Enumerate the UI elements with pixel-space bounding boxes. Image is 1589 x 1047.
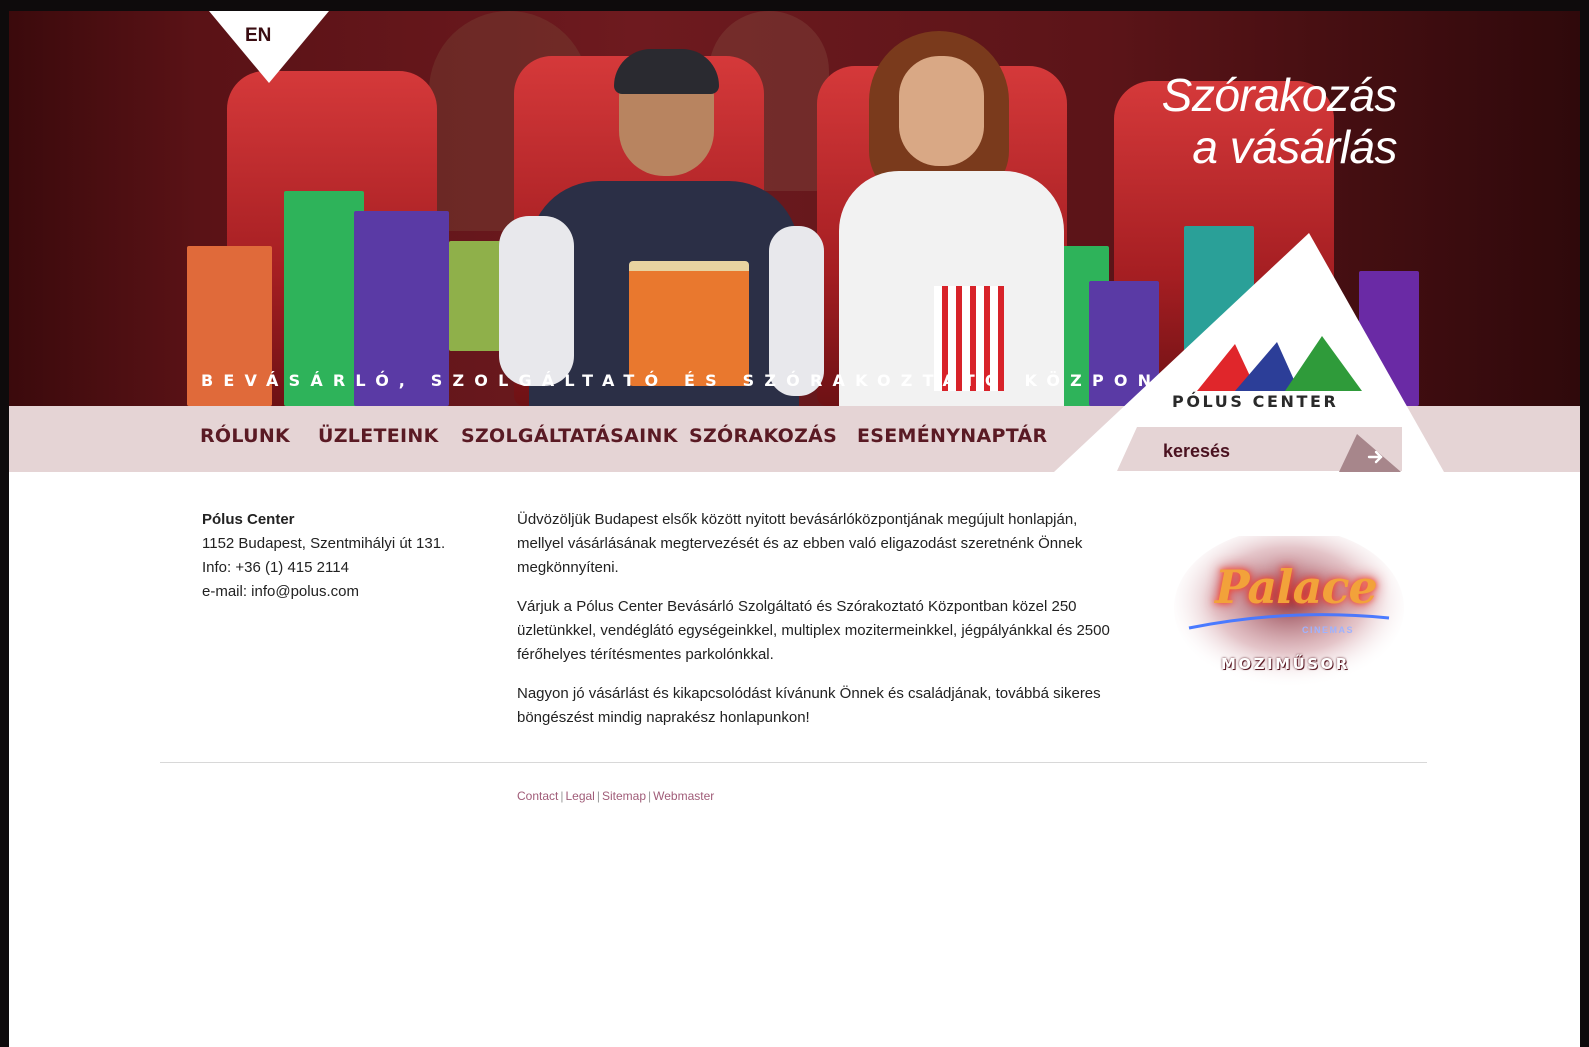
language-flag-triangle	[209, 11, 329, 83]
contact-email: e-mail: info@polus.com	[202, 583, 359, 600]
nav-item-esemenynaptar[interactable]: ESEMÉNYNAPTÁR	[857, 425, 1047, 447]
footer-link-webmaster[interactable]: Webmaster	[653, 789, 714, 803]
popcorn-box	[629, 261, 749, 386]
hero-slogan-line1: Szórakozás	[1161, 69, 1398, 121]
contact-address-block: Pólus Center 1152 Budapest, Szentmihályi…	[202, 508, 445, 604]
polus-logo-text: PÓLUS CENTER	[1172, 392, 1339, 411]
contact-info-phone: Info: +36 (1) 415 2114	[202, 559, 349, 576]
search-input[interactable]	[1159, 439, 1337, 463]
hero-slogan-line2: a vásárlás	[1192, 121, 1397, 173]
hero-slogan: Szórakozás a vásárlás	[1161, 69, 1398, 173]
hero-tagline: BEVÁSÁRLÓ, SZOLGÁLTATÓ ÉS SZÓRAKOZTATÓ K…	[201, 371, 1183, 390]
nav-item-szolgaltatasaink[interactable]: SZOLGÁLTATÁSAINK	[461, 425, 678, 447]
intro-paragraph-3: Nagyon jó vásárlást és kikapcsolódást kí…	[517, 685, 1101, 726]
nav-item-rolunk[interactable]: RÓLUNK	[200, 425, 290, 447]
woman-with-popcorn	[824, 31, 1074, 406]
contact-address: 1152 Budapest, Szentmihályi út 131.	[202, 535, 446, 552]
footer-separator: |	[596, 789, 600, 803]
footer-link-legal[interactable]: Legal	[565, 789, 594, 803]
palace-cinemas-sub: CINEMAS	[1302, 625, 1355, 635]
footer-links: Contact | Legal | Sitemap | Webmaster	[517, 789, 714, 803]
polus-logo-mountains[interactable]	[1197, 336, 1362, 391]
footer-link-sitemap[interactable]: Sitemap	[602, 789, 646, 803]
nav-item-szorakozas[interactable]: SZÓRAKOZÁS	[689, 425, 837, 447]
language-switch-en[interactable]: EN	[245, 25, 275, 47]
palace-cinemas-logo[interactable]: Palace	[1215, 560, 1378, 614]
intro-paragraph-2: Várjuk a Pólus Center Bevásárló Szolgált…	[517, 598, 1110, 663]
footer-divider	[160, 762, 1427, 763]
footer-link-contact[interactable]: Contact	[517, 789, 558, 803]
intro-text: Üdvözöljük Budapest elsők között nyitott…	[517, 508, 1117, 745]
contact-name: Pólus Center	[202, 511, 295, 528]
man-with-popcorn	[499, 49, 824, 406]
page: EN Szórakozás a vásárlás BEVÁSÁRLÓ, SZOL…	[9, 11, 1580, 1047]
nav-item-uzleteink[interactable]: ÜZLETEINK	[318, 425, 439, 447]
mozimusor-link[interactable]: MOZIMŰSOR	[1221, 655, 1350, 673]
search-submit-button[interactable]	[1339, 434, 1401, 472]
intro-paragraph-1: Üdvözöljük Budapest elsők között nyitott…	[517, 511, 1083, 576]
